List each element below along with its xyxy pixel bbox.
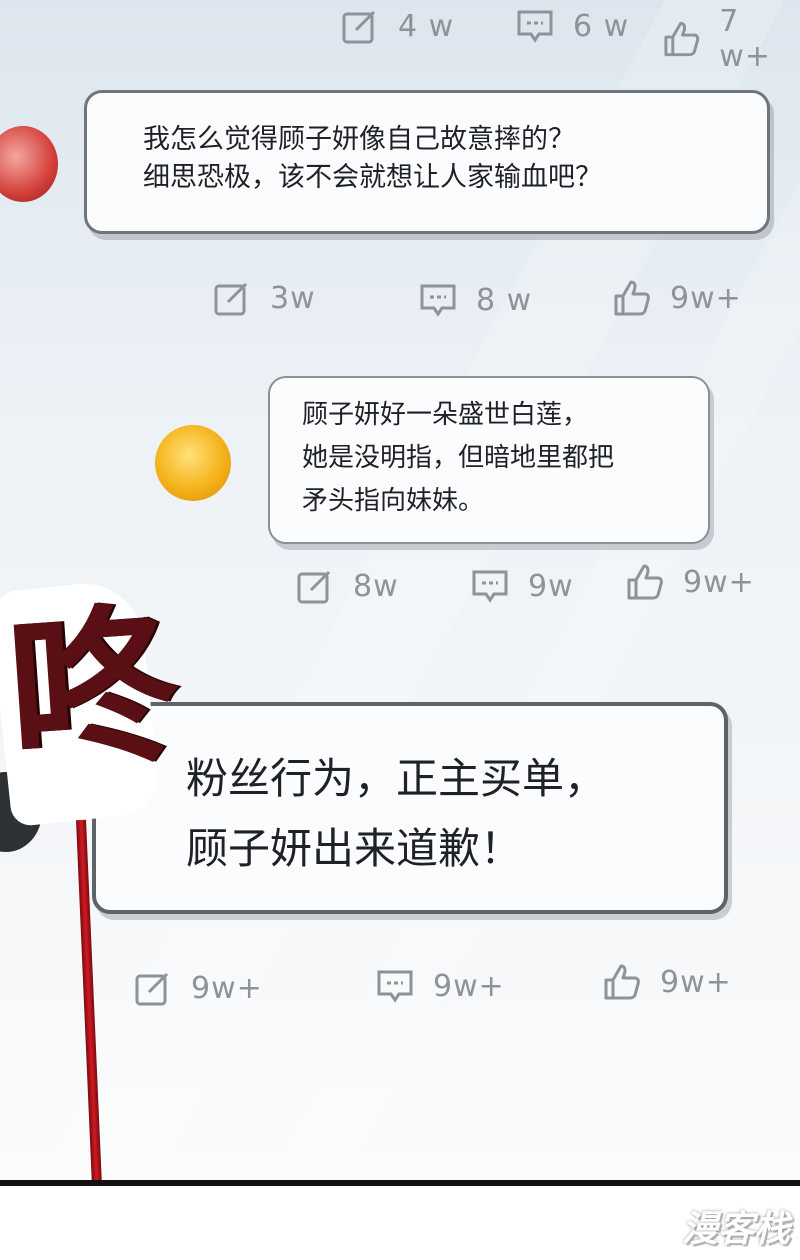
stats-row-4: 9w+ 9w+ 9w+ (0, 962, 800, 1022)
share-edit-icon (342, 10, 376, 44)
comment-icon (472, 570, 508, 603)
thumbs-up-icon (664, 21, 700, 57)
comment-icon (517, 10, 553, 43)
like-stat[interactable]: 9w+ (602, 962, 732, 1002)
comment-2-line-3: 矛头指向妹妹。 (302, 486, 485, 516)
comment-bubble-3: 粉丝行为，正主买单， 顾子妍出来道歉！ (92, 702, 728, 914)
comment-3-line-2: 顾子妍出来道歉！ (186, 824, 523, 873)
comment-1-line-1: 我怎么觉得顾子妍像自己故意摔的？ (143, 124, 575, 155)
share-count: 3w (270, 280, 316, 316)
avatar-1[interactable] (0, 126, 58, 202)
like-stat[interactable]: 9w+ (612, 278, 742, 318)
comment-count: 8 w (476, 282, 533, 318)
watermark-logo: 漫客栈 (681, 1209, 790, 1250)
share-stat[interactable]: 4 w (340, 6, 454, 46)
share-edit-icon (135, 972, 169, 1006)
share-stat[interactable]: 8w (295, 566, 399, 606)
like-count: 9w+ (683, 564, 755, 600)
thumbs-up-icon (614, 280, 650, 316)
comment-stat[interactable]: 8 w (418, 280, 532, 320)
comment-stat[interactable]: 6 w (515, 6, 629, 46)
comment-stat[interactable]: 9w+ (375, 966, 505, 1006)
comment-2-line-1: 顾子妍好一朵盛世白莲， (302, 400, 589, 430)
sound-effect-text: 咚 (1, 584, 185, 796)
bottom-panel (0, 1186, 800, 1260)
share-count: 4 w (398, 8, 455, 44)
comment-icon (377, 970, 413, 1003)
avatar-2[interactable] (155, 425, 231, 501)
comment-icon (420, 284, 456, 317)
share-stat[interactable]: 9w+ (133, 968, 263, 1008)
share-edit-icon (297, 570, 331, 604)
share-count: 8w (353, 568, 399, 604)
stats-row-1: 4 w 6 w 7 w+ (0, 0, 800, 74)
like-count: 7 w+ (719, 4, 771, 74)
like-count: 9w+ (660, 964, 732, 1000)
like-count: 9w+ (670, 280, 742, 316)
comment-bubble-1: 我怎么觉得顾子妍像自己故意摔的？ 细思恐极，该不会就想让人家输血吧？ (84, 90, 770, 234)
comment-count: 9w (528, 568, 574, 604)
share-edit-icon (214, 282, 248, 316)
thumbs-up-icon (627, 564, 663, 600)
share-stat[interactable]: 3w (212, 278, 316, 318)
share-count: 9w+ (191, 970, 263, 1006)
comment-stat[interactable]: 9w (470, 566, 574, 606)
stats-row-2: 3w 8 w 9w+ (0, 278, 800, 338)
like-stat[interactable]: 7 w+ (662, 4, 800, 74)
comment-1-line-2: 细思恐极，该不会就想让人家输血吧？ (143, 162, 602, 193)
comment-bubble-2: 顾子妍好一朵盛世白莲， 她是没明指，但暗地里都把 矛头指向妹妹。 (268, 376, 710, 544)
comment-count: 9w+ (433, 968, 505, 1004)
thumbs-up-icon (604, 964, 640, 1000)
comment-2-line-2: 她是没明指，但暗地里都把 (302, 443, 615, 473)
comment-count: 6 w (573, 8, 630, 44)
like-stat[interactable]: 9w+ (625, 562, 755, 602)
comment-3-line-1: 粉丝行为，正主买单， (186, 754, 607, 803)
